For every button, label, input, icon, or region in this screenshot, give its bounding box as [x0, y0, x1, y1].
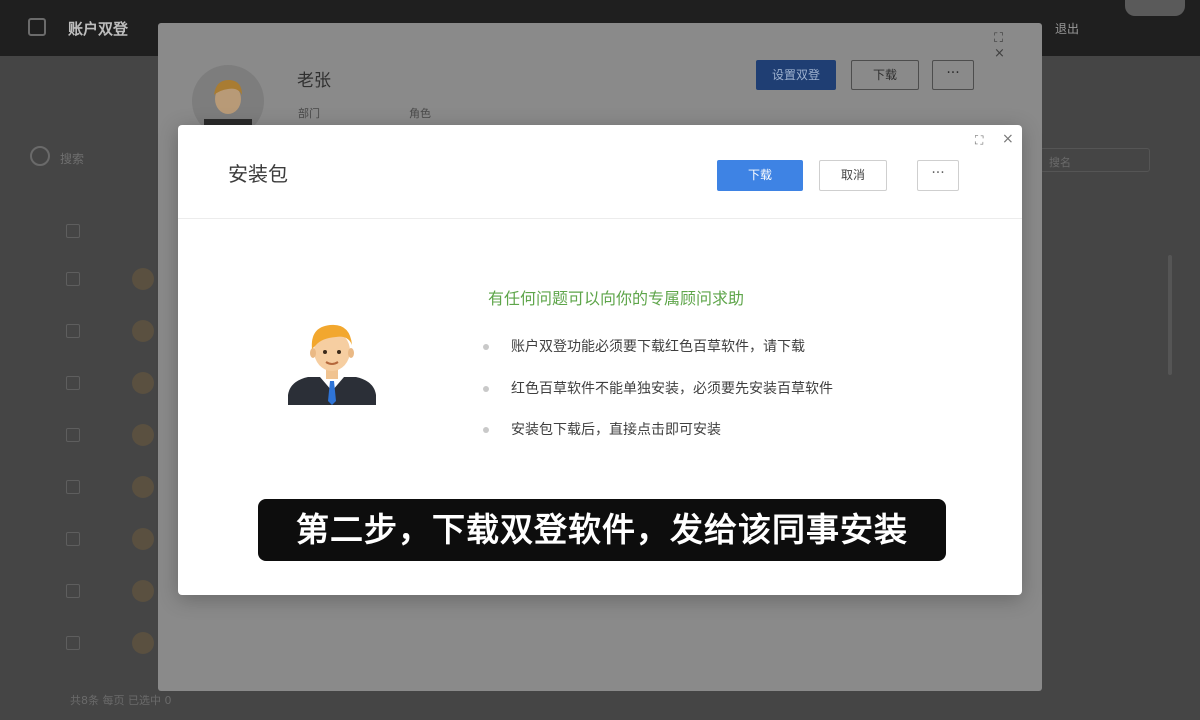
- app-title: 账户双登: [68, 20, 129, 38]
- row-checkbox[interactable]: [66, 532, 80, 546]
- list-item-text: 安装包下载后，直接点击即可安装: [511, 422, 721, 438]
- row-checkbox[interactable]: [66, 376, 80, 390]
- set-dual-login-button[interactable]: 设置双登: [756, 60, 836, 90]
- more-button[interactable]: ···: [917, 160, 959, 191]
- modal-header: 安装包 下载 取消 ···: [178, 125, 1022, 219]
- person-name: 老张: [297, 71, 331, 91]
- role-label: 角色: [409, 107, 431, 120]
- avatar: [132, 320, 154, 342]
- scrollbar[interactable]: [1168, 255, 1172, 375]
- window-controls[interactable]: [1125, 0, 1185, 16]
- row-checkbox[interactable]: [66, 224, 80, 238]
- row-checkbox[interactable]: [66, 272, 80, 286]
- avatar: [132, 424, 154, 446]
- list-item: 红色百草软件不能单独安装，必须要先安装百草软件: [483, 379, 833, 421]
- row-checkbox[interactable]: [66, 636, 80, 650]
- row-checkbox[interactable]: [66, 324, 80, 338]
- pagination-footer: 共8条 每页 已选中 0: [70, 694, 172, 707]
- avatar: [132, 476, 154, 498]
- list-item-text: 账户双登功能必须要下载红色百草软件，请下载: [511, 339, 805, 355]
- logout-link[interactable]: 退出: [1055, 20, 1079, 37]
- businessman-avatar-icon: [288, 324, 376, 405]
- row-checkbox[interactable]: [66, 428, 80, 442]
- download-button[interactable]: 下载: [717, 160, 803, 191]
- avatar: [132, 580, 154, 602]
- avatar: [132, 268, 154, 290]
- close-icon[interactable]: ×: [1002, 132, 1014, 146]
- list-item-text: 红色百草软件不能单独安装，必须要先安装百草软件: [511, 380, 833, 397]
- row-checkbox[interactable]: [66, 584, 80, 598]
- app-logo-icon: [28, 18, 46, 36]
- avatar: [132, 528, 154, 550]
- bullet-icon: [483, 344, 489, 350]
- modal-title: 安装包: [228, 162, 288, 186]
- avatar: [132, 372, 154, 394]
- cancel-button[interactable]: 取消: [819, 160, 887, 191]
- expand-icon[interactable]: ⛶: [975, 134, 987, 146]
- dept-label: 部门: [298, 107, 320, 120]
- help-headline: 有任何问题可以向你的专属顾问求助: [488, 289, 745, 308]
- back-modal-window-icons[interactable]: ⛶ ×: [994, 31, 1042, 61]
- search-icon: [30, 146, 50, 166]
- row-checkbox[interactable]: [66, 480, 80, 494]
- bg-search-input[interactable]: 搜名: [1040, 148, 1150, 172]
- bullet-icon: [483, 427, 489, 433]
- subtitle-caption: 第二步，下载双登软件，发给该同事安装: [258, 499, 946, 561]
- avatar: [132, 632, 154, 654]
- back-more-button[interactable]: ···: [932, 60, 974, 90]
- instruction-list: 账户双登功能必须要下载红色百草软件，请下载 红色百草软件不能单独安装，必须要先安…: [483, 337, 833, 462]
- list-item: 账户双登功能必须要下载红色百草软件，请下载: [483, 337, 833, 379]
- back-download-button[interactable]: 下载: [851, 60, 919, 90]
- bullet-icon: [483, 385, 489, 392]
- bg-search-label: 搜索: [60, 152, 85, 166]
- list-item: 安装包下载后，直接点击即可安装: [483, 420, 833, 462]
